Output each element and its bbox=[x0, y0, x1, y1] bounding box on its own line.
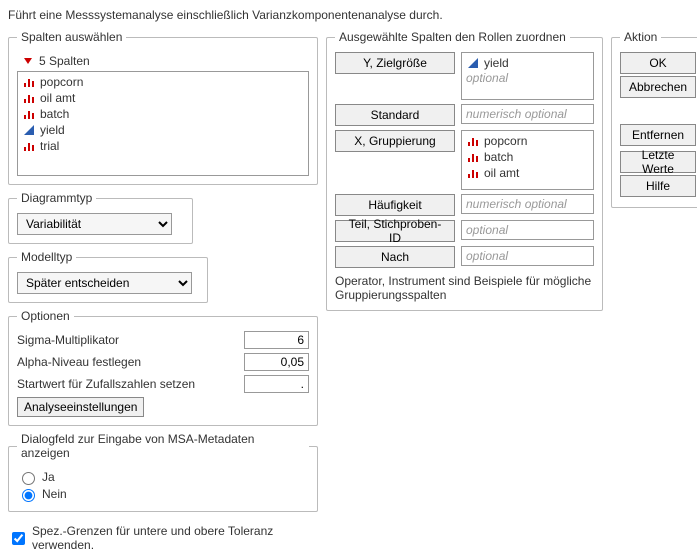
meta-yes-label: Ja bbox=[42, 470, 55, 484]
x-role-field[interactable]: popcorn batch oil amt bbox=[461, 130, 594, 190]
roles-legend: Ausgewählte Spalten den Rollen zuordnen bbox=[335, 30, 570, 44]
options-group: Optionen Sigma-Multiplikator Alpha-Nivea… bbox=[8, 309, 318, 426]
actions-group: Aktion OK Abbrechen Entfernen Letzte Wer… bbox=[611, 30, 697, 208]
role-item[interactable]: batch bbox=[466, 149, 589, 165]
chart-type-group: Diagrammtyp Variabilität bbox=[8, 191, 193, 244]
spec-checkbox[interactable] bbox=[12, 532, 25, 545]
nominal-icon bbox=[22, 108, 36, 120]
columns-list[interactable]: popcorn oil amt batch yield trial bbox=[17, 71, 309, 176]
column-item[interactable]: batch bbox=[20, 106, 306, 122]
seed-input[interactable] bbox=[244, 375, 309, 393]
remove-button[interactable]: Entfernen bbox=[620, 124, 696, 146]
freq-role-field[interactable]: numerisch optional bbox=[461, 194, 594, 214]
column-item-label: popcorn bbox=[40, 75, 83, 89]
standard-role-button[interactable]: Standard bbox=[335, 104, 455, 126]
meta-no-label: Nein bbox=[42, 487, 67, 501]
by-role-field[interactable]: optional bbox=[461, 246, 594, 266]
model-type-legend: Modelltyp bbox=[17, 250, 76, 264]
role-item-label: batch bbox=[484, 150, 513, 164]
x-role-button[interactable]: X, Gruppierung bbox=[335, 130, 455, 152]
spec-check-label: Spez.-Grenzen für untere und obere Toler… bbox=[32, 524, 318, 552]
freq-placeholder: numerisch optional bbox=[466, 197, 567, 211]
roles-group: Ausgewählte Spalten den Rollen zuordnen … bbox=[326, 30, 603, 311]
columns-group: Spalten auswählen 5 Spalten popcorn oil a… bbox=[8, 30, 318, 185]
column-item-label: trial bbox=[40, 139, 59, 153]
y-role-button[interactable]: Y, Zielgröße bbox=[335, 52, 455, 74]
roles-hint: Operator, Instrument sind Beispiele für … bbox=[335, 274, 594, 302]
column-item-label: oil amt bbox=[40, 91, 75, 105]
actions-legend: Aktion bbox=[620, 30, 661, 44]
y-role-field[interactable]: yieldoptional bbox=[461, 52, 594, 100]
column-item[interactable]: yield bbox=[20, 122, 306, 138]
meta-yes-row[interactable]: Ja bbox=[17, 469, 309, 485]
meta-dialog-legend: Dialogfeld zur Eingabe von MSA-Metadaten… bbox=[17, 432, 309, 460]
analysis-settings-button[interactable]: Analyseeinstellungen bbox=[17, 397, 144, 417]
role-item-label: oil amt bbox=[484, 166, 519, 180]
role-item-label: popcorn bbox=[484, 134, 527, 148]
model-type-group: Modelltyp Später entscheiden bbox=[8, 250, 208, 303]
column-item-label: batch bbox=[40, 107, 69, 121]
columns-legend: Spalten auswählen bbox=[17, 30, 126, 44]
by-placeholder: optional bbox=[466, 249, 508, 263]
y-placeholder: optional bbox=[466, 71, 589, 85]
sigma-label: Sigma-Multiplikator bbox=[17, 333, 119, 347]
nominal-icon bbox=[22, 92, 36, 104]
dialog-description: Führt eine Messsystemanalyse einschließl… bbox=[8, 8, 689, 22]
role-item[interactable]: popcorn bbox=[466, 133, 589, 149]
columns-count-label: 5 Spalten bbox=[39, 54, 90, 68]
role-item[interactable]: oil amt bbox=[466, 165, 589, 181]
by-role-button[interactable]: Nach bbox=[335, 246, 455, 268]
model-type-select[interactable]: Später entscheiden bbox=[17, 272, 192, 294]
chart-type-select[interactable]: Variabilität bbox=[17, 213, 172, 235]
nominal-icon bbox=[22, 76, 36, 88]
continuous-icon bbox=[22, 124, 36, 136]
role-item-label: yield bbox=[484, 56, 509, 70]
nominal-icon bbox=[466, 167, 480, 179]
cancel-button[interactable]: Abbrechen bbox=[620, 76, 696, 98]
meta-no-row[interactable]: Nein bbox=[17, 486, 309, 502]
recall-button[interactable]: Letzte Werte bbox=[620, 151, 696, 173]
alpha-label: Alpha-Niveau festlegen bbox=[17, 355, 141, 369]
spec-check-row[interactable]: Spez.-Grenzen für untere und obere Toler… bbox=[8, 524, 318, 552]
column-item[interactable]: oil amt bbox=[20, 90, 306, 106]
dropdown-icon bbox=[21, 55, 35, 67]
meta-dialog-group: Dialogfeld zur Eingabe von MSA-Metadaten… bbox=[8, 432, 318, 512]
ok-button[interactable]: OK bbox=[620, 52, 696, 74]
alpha-input[interactable] bbox=[244, 353, 309, 371]
help-button[interactable]: Hilfe bbox=[620, 175, 696, 197]
nominal-icon bbox=[466, 135, 480, 147]
part-placeholder: optional bbox=[466, 223, 508, 237]
nominal-icon bbox=[466, 151, 480, 163]
columns-count-row[interactable]: 5 Spalten bbox=[17, 52, 309, 71]
column-item[interactable]: popcorn bbox=[20, 74, 306, 90]
standard-placeholder: numerisch optional bbox=[466, 107, 567, 121]
nominal-icon bbox=[22, 140, 36, 152]
standard-role-field[interactable]: numerisch optional bbox=[461, 104, 594, 124]
meta-no-radio[interactable] bbox=[22, 489, 35, 502]
chart-type-legend: Diagrammtyp bbox=[17, 191, 96, 205]
part-role-button[interactable]: Teil, Stichproben-ID bbox=[335, 220, 455, 242]
column-item[interactable]: trial bbox=[20, 138, 306, 154]
freq-role-button[interactable]: Häufigkeit bbox=[335, 194, 455, 216]
column-item-label: yield bbox=[40, 123, 65, 137]
sigma-input[interactable] bbox=[244, 331, 309, 349]
continuous-icon bbox=[466, 57, 480, 69]
meta-yes-radio[interactable] bbox=[22, 472, 35, 485]
part-role-field[interactable]: optional bbox=[461, 220, 594, 240]
seed-label: Startwert für Zufallszahlen setzen bbox=[17, 377, 195, 391]
role-item[interactable]: yield bbox=[466, 55, 589, 71]
options-legend: Optionen bbox=[17, 309, 74, 323]
